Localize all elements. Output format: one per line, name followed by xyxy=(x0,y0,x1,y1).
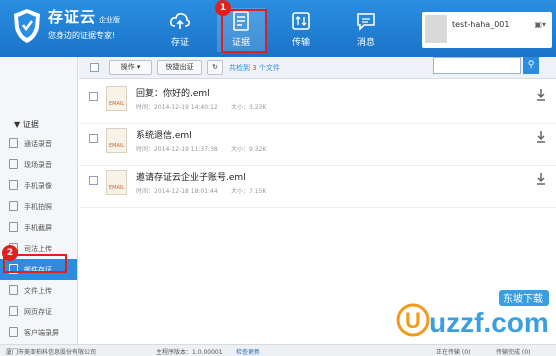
row-checkbox[interactable] xyxy=(89,92,98,101)
operate-button[interactable]: 操作 ▾ xyxy=(109,60,152,75)
app-edition: 企业版 xyxy=(99,16,121,24)
email-file-icon: EMAIL xyxy=(106,170,127,195)
screen-record-icon xyxy=(9,327,18,337)
row-checkbox[interactable] xyxy=(89,176,98,185)
microphone-icon xyxy=(9,159,18,169)
file-time: 时间：2014-12-18 18:01:44 xyxy=(136,188,218,195)
file-icon xyxy=(9,285,18,295)
file-size: 大小：3.23K xyxy=(231,104,267,111)
brand: 存证云 企业版 您身边的证据专家! xyxy=(48,6,120,41)
sidebar-item-file-upload[interactable]: 文件上传 xyxy=(0,280,77,301)
highlight-box-evidence xyxy=(221,9,267,53)
nav-cunzheng[interactable]: 存证 xyxy=(156,8,204,52)
version-text: 主程序版本：1.0.00001 xyxy=(156,349,223,356)
email-file-icon: EMAIL xyxy=(106,86,127,111)
sidebar-item-phone-screenshot[interactable]: 手机截屏 xyxy=(0,217,77,238)
file-name[interactable]: 系统退信.eml xyxy=(136,128,192,141)
nav-label: 存证 xyxy=(170,38,189,48)
file-time: 时间：2014-12-19 11:37:38 xyxy=(136,146,218,153)
file-size: 大小：7.15K xyxy=(231,188,267,195)
select-all-checkbox[interactable] xyxy=(90,63,99,72)
sidebar-item-label: 通话录音 xyxy=(24,140,52,148)
screenshot-icon xyxy=(9,222,18,232)
file-name[interactable]: 回复：你好的.eml xyxy=(136,86,210,99)
file-count: 共检到 3 个文件 xyxy=(229,64,280,72)
sidebar-item-label: 手机拍照 xyxy=(24,203,52,211)
sidebar-item-label: 现场录音 xyxy=(24,161,52,169)
message-icon xyxy=(357,13,375,31)
sidebar-item-phone-video[interactable]: 手机录像 xyxy=(0,175,77,196)
nav-label: 传输 xyxy=(291,38,310,48)
watermark-text: uzzf.com xyxy=(429,307,549,338)
sidebar: ▼ 证据 通话录音 现场录音 手机录像 手机拍照 手机截屏 司法上传 邮件存证 … xyxy=(0,57,78,344)
user-menu-icon[interactable]: ▣▾ xyxy=(534,20,546,29)
avatar xyxy=(425,15,447,43)
file-time: 时间：2014-12-19 14:40:12 xyxy=(136,104,218,111)
sidebar-item-label: 文件上传 xyxy=(24,287,52,295)
refresh-button[interactable]: ↻ xyxy=(207,60,223,75)
sidebar-item-client-screen-record[interactable]: 客户端录屏 xyxy=(0,322,77,343)
sidebar-item-web-evidence[interactable]: 网页存证 xyxy=(0,301,77,322)
nav-label: 消息 xyxy=(356,38,375,48)
watermark-sub: 东坡下载 xyxy=(503,292,543,305)
step-badge-1: 1 xyxy=(215,0,231,16)
transfer-icon xyxy=(292,12,310,30)
nav-message[interactable]: 消息 xyxy=(342,8,390,52)
search-icon[interactable]: ⚲ xyxy=(523,57,539,74)
app-header: 存证云 企业版 您身边的证据专家! 存证 证据 传输 消息 1 test-hah… xyxy=(0,0,556,57)
web-icon xyxy=(9,306,18,316)
download-icon[interactable] xyxy=(536,131,546,143)
sidebar-item-phone-photo[interactable]: 手机拍照 xyxy=(0,196,77,217)
check-update-link[interactable]: 检查更新 xyxy=(236,347,260,356)
file-row[interactable]: EMAIL 回复：你好的.eml 时间：2014-12-19 14:40:12 … xyxy=(79,79,556,124)
sidebar-item-label: 客户端录屏 xyxy=(24,329,59,337)
download-icon[interactable] xyxy=(536,173,546,185)
file-name[interactable]: 邀请存证云企业子账号.eml xyxy=(136,170,246,183)
file-row[interactable]: EMAIL 系统退信.eml 时间：2014-12-19 11:37:38 大小… xyxy=(79,121,556,166)
camera-icon xyxy=(9,201,18,211)
sidebar-item-label: 手机录像 xyxy=(24,182,52,190)
svg-text:U: U xyxy=(405,308,421,333)
transferring-count[interactable]: 正在传输 (0) xyxy=(436,347,470,356)
cloud-upload-icon xyxy=(170,13,191,29)
quick-certify-button[interactable]: 快捷出证 xyxy=(157,60,202,75)
username: test-haha_001 xyxy=(452,20,510,29)
video-icon xyxy=(9,180,18,190)
sidebar-item-label: 网页存证 xyxy=(24,308,52,316)
search-input[interactable] xyxy=(433,57,521,74)
file-tag: EMAIL xyxy=(109,101,125,107)
transfer-done-count[interactable]: 传输完成 (0) xyxy=(496,347,530,356)
email-file-icon: EMAIL xyxy=(106,128,127,153)
sidebar-item-call-recording[interactable]: 通话录音 xyxy=(0,133,77,154)
file-tag: EMAIL xyxy=(109,185,125,191)
file-size: 大小：9.32K xyxy=(231,146,267,153)
app-slogan: 您身边的证据专家! xyxy=(48,31,116,40)
shield-logo-icon xyxy=(14,9,40,43)
row-checkbox[interactable] xyxy=(89,134,98,143)
file-tag: EMAIL xyxy=(109,143,125,149)
status-bar: 厦门市美亚柏科信息股份有限公司 主程序版本：1.0.00001 检查更新 正在传… xyxy=(0,344,556,356)
phone-icon xyxy=(9,138,18,148)
download-icon[interactable] xyxy=(536,89,546,101)
nav-transfer[interactable]: 传输 xyxy=(277,8,325,52)
sidebar-item-onsite-recording[interactable]: 现场录音 xyxy=(0,154,77,175)
sidebar-section-title[interactable]: ▼ 证据 xyxy=(14,119,39,130)
company-name: 厦门市美亚柏科信息股份有限公司 xyxy=(6,349,97,356)
step-badge-2: 2 xyxy=(2,245,18,261)
sidebar-item-label: 手机截屏 xyxy=(24,224,52,232)
file-row[interactable]: EMAIL 邀请存证云企业子账号.eml 时间：2014-12-18 18:01… xyxy=(79,163,556,208)
app-name: 存证云 xyxy=(48,8,97,26)
user-panel[interactable]: test-haha_001 ▣▾ xyxy=(422,12,552,48)
sidebar-item-label: 司法上传 xyxy=(24,245,52,253)
uzzf-watermark-logo: U uzzf.com 东坡下载 xyxy=(396,290,549,338)
